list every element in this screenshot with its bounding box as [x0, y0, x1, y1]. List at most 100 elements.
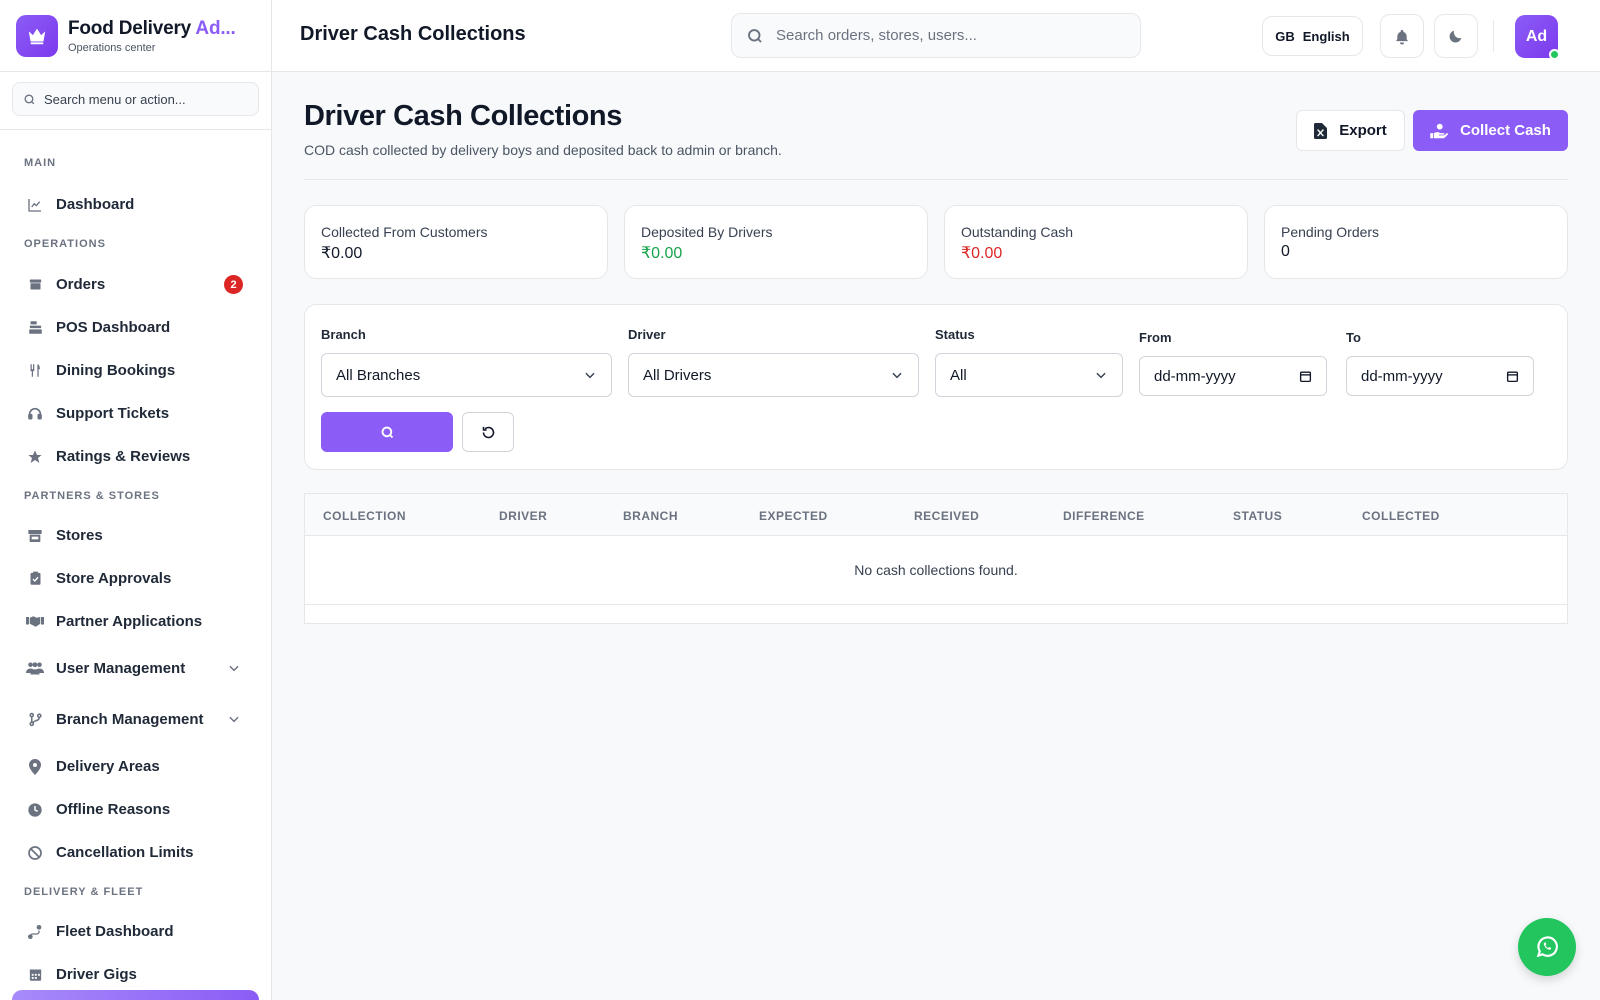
table-header: COLLECTION DRIVER BRANCH EXPECTED RECEIV…: [305, 493, 1567, 536]
sidebar-item-store-approvals[interactable]: Store Approvals: [0, 557, 271, 600]
search-icon: [748, 28, 762, 43]
hand-holding-dollar-icon: [1430, 123, 1449, 138]
chevron-down-icon: [1096, 372, 1106, 379]
sidebar-item-label: Dashboard: [56, 196, 135, 213]
clock-icon: [26, 801, 44, 819]
search-button[interactable]: [321, 412, 453, 452]
status-select[interactable]: All: [935, 353, 1123, 397]
column-header-status[interactable]: STATUS: [1233, 509, 1282, 523]
sidebar-item-branch-management[interactable]: Branch Management: [0, 694, 271, 745]
sidebar-item-offline-reasons[interactable]: Offline Reasons: [0, 788, 271, 831]
chevron-down-icon: [585, 372, 595, 379]
sidebar-item-label: Ratings & Reviews: [56, 448, 191, 465]
page-description: COD cash collected by delivery boys and …: [304, 142, 782, 158]
stat-label: Deposited By Drivers: [641, 224, 773, 240]
sidebar-item-stores[interactable]: Stores: [0, 514, 271, 557]
sidebar-item-label: Orders: [56, 276, 106, 293]
sidebar-item-pos-dashboard[interactable]: POS Dashboard: [0, 306, 271, 349]
theme-toggle-button[interactable]: [1434, 14, 1478, 58]
rotate-left-icon: [482, 426, 494, 438]
sidebar-item-label: POS Dashboard: [56, 319, 171, 336]
sidebar: Food Delivery Ad... Operations center Se…: [0, 0, 272, 1000]
sidebar-item-label: Delivery Areas: [56, 758, 160, 775]
online-status-dot: [1549, 49, 1560, 60]
section-partners: PARTNERS & STORES: [24, 490, 160, 502]
to-date-value: dd-mm-yyyy: [1361, 367, 1443, 385]
clipboard-check-icon: [26, 570, 44, 588]
moon-icon: [1449, 30, 1462, 43]
sidebar-item-label: Branch Management: [56, 711, 204, 728]
map-pin-icon: [26, 758, 44, 776]
to-date-input[interactable]: dd-mm-yyyy: [1346, 356, 1534, 396]
sidebar-item-active[interactable]: [12, 990, 259, 1000]
branch-filter-label: Branch: [321, 327, 366, 342]
sidebar-item-fleet-dashboard[interactable]: Fleet Dashboard: [0, 910, 271, 953]
sidebar-item-label: Partner Applications: [56, 613, 203, 630]
stat-label: Pending Orders: [1281, 224, 1380, 240]
column-header-received[interactable]: RECEIVED: [914, 509, 979, 523]
sidebar-item-cancellation-limits[interactable]: Cancellation Limits: [0, 831, 271, 874]
column-header-driver[interactable]: DRIVER: [499, 509, 547, 523]
global-search-placeholder: Search orders, stores, users...: [776, 27, 977, 44]
sidebar-item-dining-bookings[interactable]: Dining Bookings: [0, 349, 271, 392]
sidebar-item-label: Offline Reasons: [56, 801, 171, 818]
section-main: MAIN: [24, 157, 57, 169]
sidebar-item-label: Driver Gigs: [56, 966, 137, 983]
column-header-collected[interactable]: COLLECTED: [1362, 509, 1440, 523]
table-empty-state: No cash collections found.: [305, 536, 1567, 605]
sidebar-item-delivery-areas[interactable]: Delivery Areas: [0, 745, 271, 788]
driver-select[interactable]: All Drivers: [628, 353, 919, 397]
sidebar-item-orders[interactable]: Orders 2: [0, 263, 271, 306]
stat-label: Collected From Customers: [321, 224, 488, 240]
brand-subtitle: Operations center: [68, 41, 156, 54]
from-date-input[interactable]: dd-mm-yyyy: [1139, 356, 1327, 396]
headset-icon: [26, 405, 44, 423]
driver-select-value: All Drivers: [643, 366, 712, 384]
sidebar-item-ratings-reviews[interactable]: Ratings & Reviews: [0, 435, 271, 478]
box-icon: [26, 276, 44, 294]
brand[interactable]: Food Delivery Ad... Operations center: [0, 0, 271, 72]
column-header-branch[interactable]: BRANCH: [623, 509, 678, 523]
handshake-icon: [26, 613, 44, 631]
sidebar-search-input[interactable]: Search menu or action...: [12, 82, 259, 116]
sidebar-item-label: User Management: [56, 660, 186, 677]
avatar[interactable]: Ad: [1515, 15, 1560, 60]
file-excel-icon: [1314, 122, 1328, 139]
notifications-button[interactable]: [1380, 14, 1424, 58]
column-header-difference[interactable]: DIFFERENCE: [1063, 509, 1145, 523]
language-selector[interactable]: GB English: [1262, 16, 1363, 56]
section-operations: OPERATIONS: [24, 238, 106, 250]
chevron-down-icon: [227, 712, 241, 731]
stat-card-outstanding: Outstanding Cash ₹0.00: [944, 205, 1248, 279]
column-header-expected[interactable]: EXPECTED: [759, 509, 828, 523]
sidebar-item-dashboard[interactable]: Dashboard: [0, 183, 271, 226]
stat-card-pending-orders: Pending Orders 0: [1264, 205, 1568, 279]
filter-panel: Branch All Branches Driver All Drivers S…: [304, 304, 1568, 470]
search-icon: [24, 93, 35, 104]
whatsapp-chat-button[interactable]: [1518, 918, 1576, 976]
sidebar-item-support-tickets[interactable]: Support Tickets: [0, 392, 271, 435]
branch-select[interactable]: All Branches: [321, 353, 612, 397]
global-search-input[interactable]: Search orders, stores, users...: [731, 13, 1141, 58]
sidebar-item-user-management[interactable]: User Management: [0, 643, 271, 694]
stat-label: Outstanding Cash: [961, 224, 1074, 240]
orders-count-badge: 2: [224, 275, 243, 294]
to-date-label: To: [1346, 330, 1361, 345]
sidebar-item-label: Cancellation Limits: [56, 844, 194, 861]
topbar-title: Driver Cash Collections: [300, 23, 526, 45]
search-icon: [381, 426, 393, 438]
stat-value: ₹0.00: [641, 245, 683, 262]
sidebar-item-label: Fleet Dashboard: [56, 923, 174, 940]
calendar-icon: [26, 966, 44, 984]
collect-cash-button[interactable]: Collect Cash: [1413, 110, 1568, 151]
page-title: Driver Cash Collections: [304, 100, 622, 132]
sidebar-item-label: Dining Bookings: [56, 362, 176, 379]
export-button[interactable]: Export: [1296, 110, 1405, 151]
code-branch-icon: [26, 711, 44, 729]
chevron-down-icon: [227, 661, 241, 680]
column-header-collection[interactable]: COLLECTION: [323, 509, 406, 523]
reset-filters-button[interactable]: [462, 412, 514, 452]
stat-value: ₹0.00: [961, 245, 1003, 262]
divider: [1493, 20, 1494, 52]
sidebar-item-partner-applications[interactable]: Partner Applications: [0, 600, 271, 643]
